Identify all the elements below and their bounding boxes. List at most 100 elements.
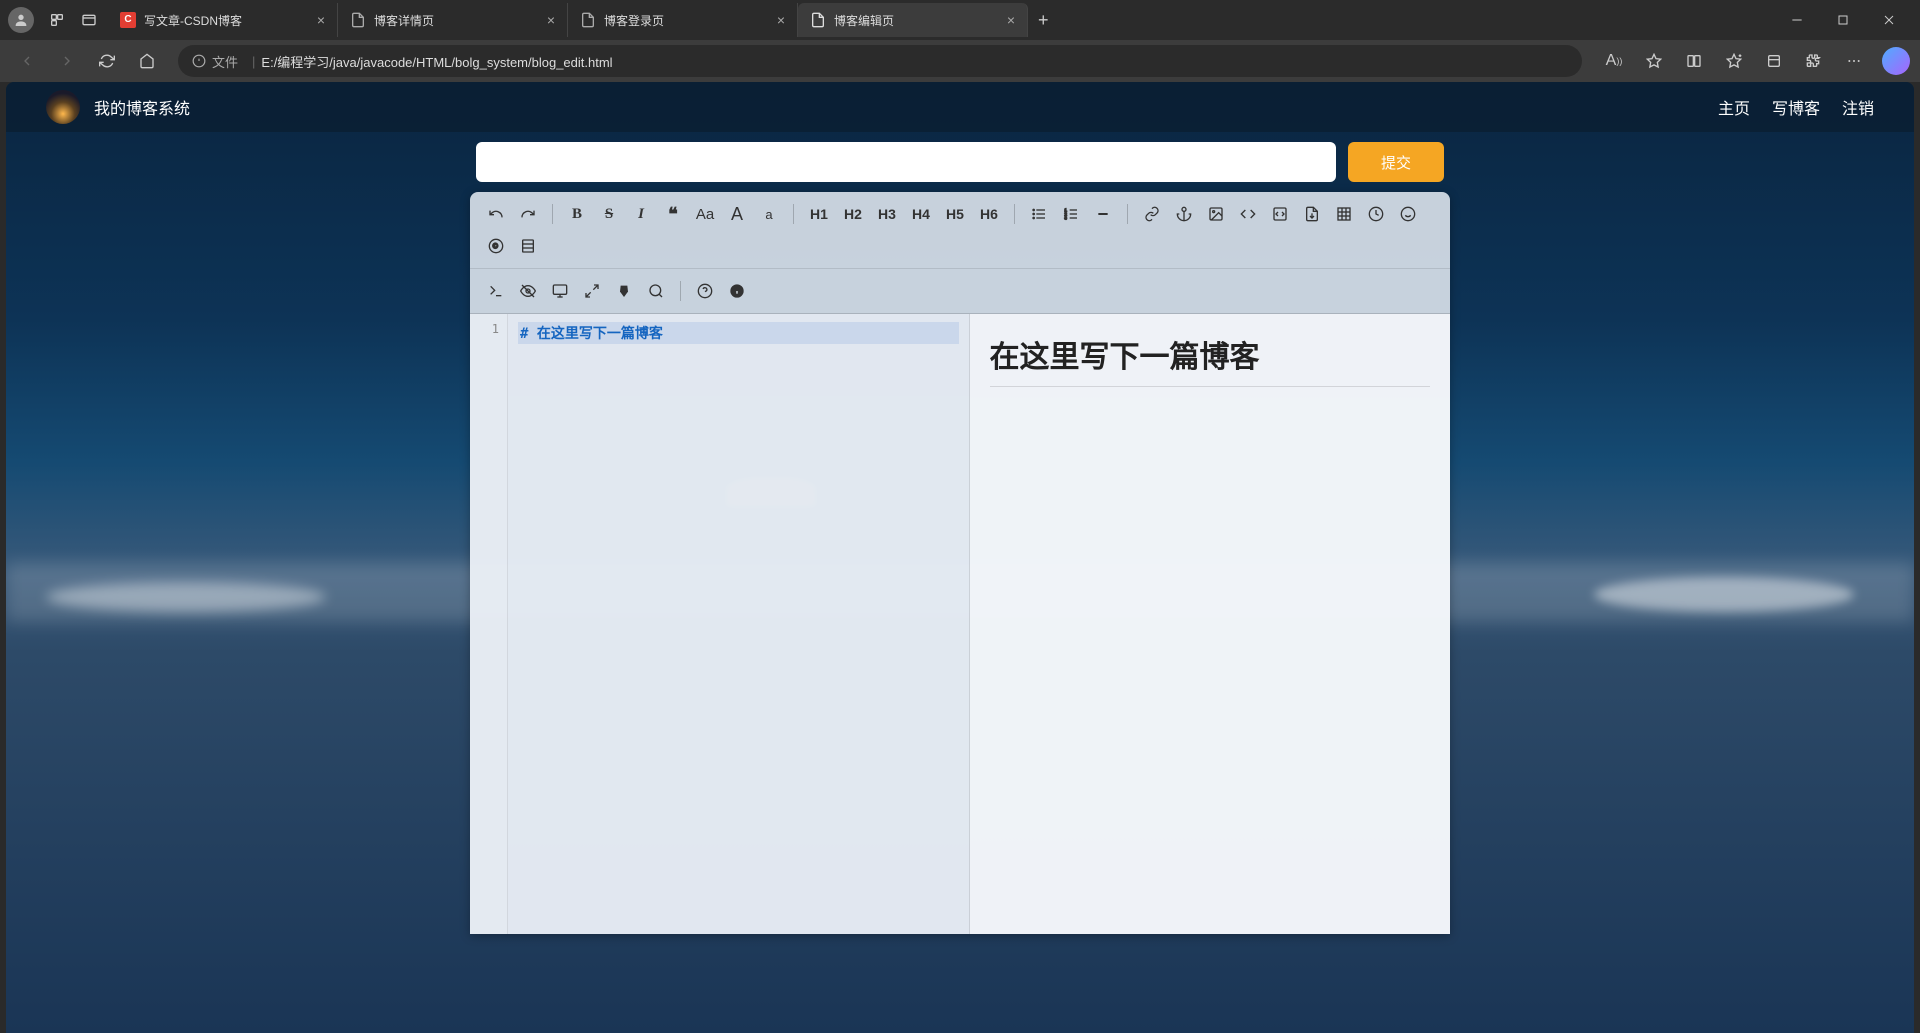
anchor-icon[interactable] [1170, 200, 1198, 228]
window-controls [1774, 4, 1912, 36]
post-title-input[interactable] [476, 142, 1336, 182]
markdown-preview-pane: 在这里写下一篇博客 [970, 314, 1451, 934]
tab-detail[interactable]: 博客详情页 × [338, 3, 568, 37]
copilot-icon[interactable] [1882, 47, 1910, 75]
editor-body: 1 # 在这里写下一篇博客 在这里写下一篇博客 [470, 314, 1450, 934]
image-icon[interactable] [1202, 200, 1230, 228]
h1-button[interactable]: H1 [804, 200, 834, 228]
tab-title: 博客编辑页 [834, 12, 999, 29]
ol-button[interactable]: 123 [1057, 200, 1085, 228]
emoji-icon[interactable] [1394, 200, 1422, 228]
address-bar: 文件 | E:/编程学习/java/javacode/HTML/bolg_sys… [0, 40, 1920, 82]
tab-title: 博客登录页 [604, 12, 769, 29]
compose-row: 提交 [6, 132, 1914, 192]
close-icon[interactable]: × [777, 12, 785, 28]
h5-button[interactable]: H5 [940, 200, 970, 228]
new-tab-button[interactable]: + [1028, 10, 1059, 31]
nav-logout[interactable]: 注销 [1842, 95, 1874, 119]
menu-icon[interactable] [1836, 45, 1872, 77]
font-small-button[interactable]: a [755, 200, 783, 228]
profile-icon[interactable] [8, 7, 34, 33]
h3-button[interactable]: H3 [872, 200, 902, 228]
collections-icon[interactable] [1756, 45, 1792, 77]
url-input[interactable]: 文件 | E:/编程学习/java/javacode/HTML/bolg_sys… [178, 45, 1582, 77]
clear-icon[interactable] [610, 277, 638, 305]
file-icon [810, 12, 826, 28]
ul-button[interactable] [1025, 200, 1053, 228]
close-icon[interactable]: × [1007, 12, 1015, 28]
code-icon[interactable] [1234, 200, 1262, 228]
h6-button[interactable]: H6 [974, 200, 1004, 228]
refresh-button[interactable] [90, 44, 124, 78]
hr-button[interactable] [1089, 200, 1117, 228]
special-char-icon[interactable]: © [482, 232, 510, 260]
datetime-icon[interactable] [1362, 200, 1390, 228]
file-icon [350, 12, 366, 28]
goto-line-icon[interactable] [482, 277, 510, 305]
markdown-source-pane[interactable]: # 在这里写下一篇博客 [508, 314, 970, 934]
maximize-button[interactable] [1820, 4, 1866, 36]
attachment-icon[interactable] [1298, 200, 1326, 228]
fullscreen-icon[interactable] [578, 277, 606, 305]
strikethrough-button[interactable]: S [595, 200, 623, 228]
back-button[interactable] [10, 44, 44, 78]
split-screen-icon[interactable] [1676, 45, 1712, 77]
source-line: # 在这里写下一篇博客 [518, 322, 959, 344]
submit-button[interactable]: 提交 [1348, 142, 1444, 182]
search-icon[interactable] [642, 277, 670, 305]
editor-toolbar-row2 [470, 269, 1450, 314]
site-title: 我的博客系统 [94, 95, 190, 119]
close-icon[interactable]: × [317, 12, 325, 28]
markdown-editor: B S I ❝ Aa A a H1 H2 H3 H4 H5 H6 123 [470, 192, 1450, 934]
favorites-bar-icon[interactable] [1716, 45, 1752, 77]
browser-titlebar: C 写文章-CSDN博客 × 博客详情页 × 博客登录页 × 博客编辑页 × + [0, 0, 1920, 40]
italic-button[interactable]: I [627, 200, 655, 228]
tab-csdn[interactable]: C 写文章-CSDN博客 × [108, 3, 338, 37]
h2-button[interactable]: H2 [838, 200, 868, 228]
codeblock-icon[interactable] [1266, 200, 1294, 228]
undo-icon[interactable] [482, 200, 510, 228]
nav-write[interactable]: 写博客 [1772, 95, 1820, 119]
redo-icon[interactable] [514, 200, 542, 228]
help-icon[interactable] [691, 277, 719, 305]
tab-edit-active[interactable]: 博客编辑页 × [798, 3, 1028, 37]
line-number: 1 [470, 322, 499, 336]
bg-wave [46, 582, 326, 612]
info-icon[interactable] [723, 277, 751, 305]
link-icon[interactable] [1138, 200, 1166, 228]
tab-actions-icon[interactable] [76, 7, 102, 33]
tab-title: 写文章-CSDN博客 [144, 12, 309, 29]
bold-button[interactable]: B [563, 200, 591, 228]
editor-toolbar-row1: B S I ❝ Aa A a H1 H2 H3 H4 H5 H6 123 [470, 192, 1450, 269]
forward-button[interactable] [50, 44, 84, 78]
nav-home[interactable]: 主页 [1718, 95, 1750, 119]
site-logo[interactable] [46, 90, 80, 124]
quote-button[interactable]: ❝ [659, 200, 687, 228]
site-header: 我的博客系统 主页 写博客 注销 [6, 82, 1914, 132]
pagebreak-icon[interactable] [514, 232, 542, 260]
page-content: 我的博客系统 主页 写博客 注销 提交 B S I ❝ Aa A a H1 H2… [6, 82, 1914, 1033]
watch-icon[interactable] [514, 277, 542, 305]
tab-title: 博客详情页 [374, 12, 539, 29]
svg-text:©: © [493, 242, 499, 251]
font-large-button[interactable]: A [723, 200, 751, 228]
site-nav: 主页 写博客 注销 [1718, 95, 1874, 119]
file-icon [580, 12, 596, 28]
workspaces-icon[interactable] [44, 7, 70, 33]
bg-wave [1594, 577, 1854, 612]
home-button[interactable] [130, 44, 164, 78]
tab-login[interactable]: 博客登录页 × [568, 3, 798, 37]
preview-icon[interactable] [546, 277, 574, 305]
close-window-button[interactable] [1866, 4, 1912, 36]
svg-text:3: 3 [1064, 215, 1067, 220]
close-icon[interactable]: × [547, 12, 555, 28]
csdn-icon: C [120, 12, 136, 28]
minimize-button[interactable] [1774, 4, 1820, 36]
extensions-icon[interactable] [1796, 45, 1832, 77]
table-icon[interactable] [1330, 200, 1358, 228]
favorite-icon[interactable] [1636, 45, 1672, 77]
font-uppercase-button[interactable]: Aa [691, 200, 719, 228]
read-aloud-icon[interactable]: A)) [1596, 45, 1632, 77]
url-scheme: 文件 [192, 52, 238, 71]
h4-button[interactable]: H4 [906, 200, 936, 228]
